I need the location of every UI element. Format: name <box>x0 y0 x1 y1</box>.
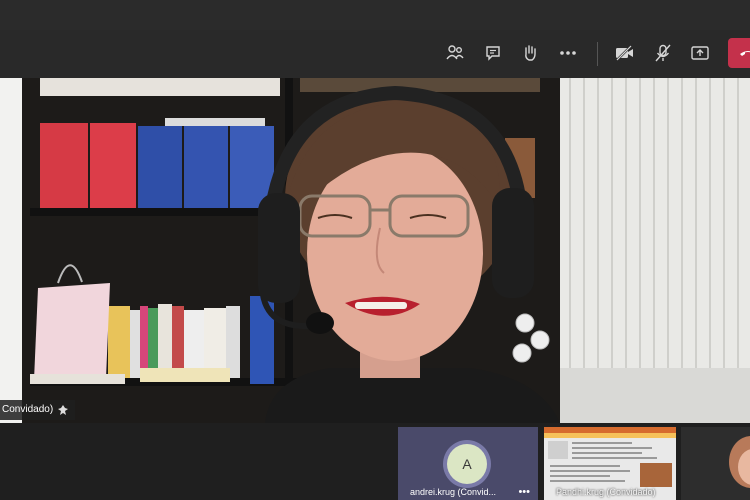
chat-icon <box>486 46 500 61</box>
meeting-toolbar <box>0 30 750 78</box>
leave-call-icon <box>740 51 750 56</box>
share-screen-button[interactable] <box>685 38 715 68</box>
participant-tile-video[interactable] <box>681 427 750 500</box>
camera-toggle-button[interactable] <box>610 38 640 68</box>
participant-tile-screen[interactable]: Pandhi.krug (Convidado) <box>544 427 676 500</box>
participant-more-button[interactable]: ••• <box>518 486 530 498</box>
pin-icon <box>58 405 69 415</box>
raise-hand-icon <box>525 45 536 61</box>
window-title-bar <box>0 0 750 30</box>
chat-button[interactable] <box>478 38 508 68</box>
speaker-name-tag: Convidado) <box>0 400 76 420</box>
participant-tile[interactable]: A andrei.krug (Convid... ••• <box>398 427 538 500</box>
leave-call-button[interactable] <box>728 38 750 68</box>
avatar-ring: A <box>443 440 491 488</box>
participant-video-thumbnail <box>681 427 750 500</box>
toolbar-divider <box>597 42 598 66</box>
more-icon <box>560 51 576 55</box>
speaker-name: Convidado) <box>2 404 54 415</box>
main-video-feed <box>0 78 750 423</box>
share-screen-icon <box>691 46 709 60</box>
raise-hand-button[interactable] <box>515 38 545 68</box>
more-actions-button[interactable] <box>553 38 583 68</box>
participant-name: andrei.krug (Convid... <box>410 487 497 497</box>
speaker-video-frame <box>0 78 750 423</box>
camera-off-icon <box>616 45 633 61</box>
participants-button[interactable] <box>440 38 470 68</box>
participants-icon <box>446 45 464 60</box>
mic-toggle-button[interactable] <box>648 38 678 68</box>
avatar: A <box>447 444 487 484</box>
participant-strip: A andrei.krug (Convid... ••• Pandhi.krug… <box>0 423 750 500</box>
mic-off-icon <box>655 44 671 62</box>
participant-name: Pandhi.krug (Convidado) <box>556 487 656 497</box>
